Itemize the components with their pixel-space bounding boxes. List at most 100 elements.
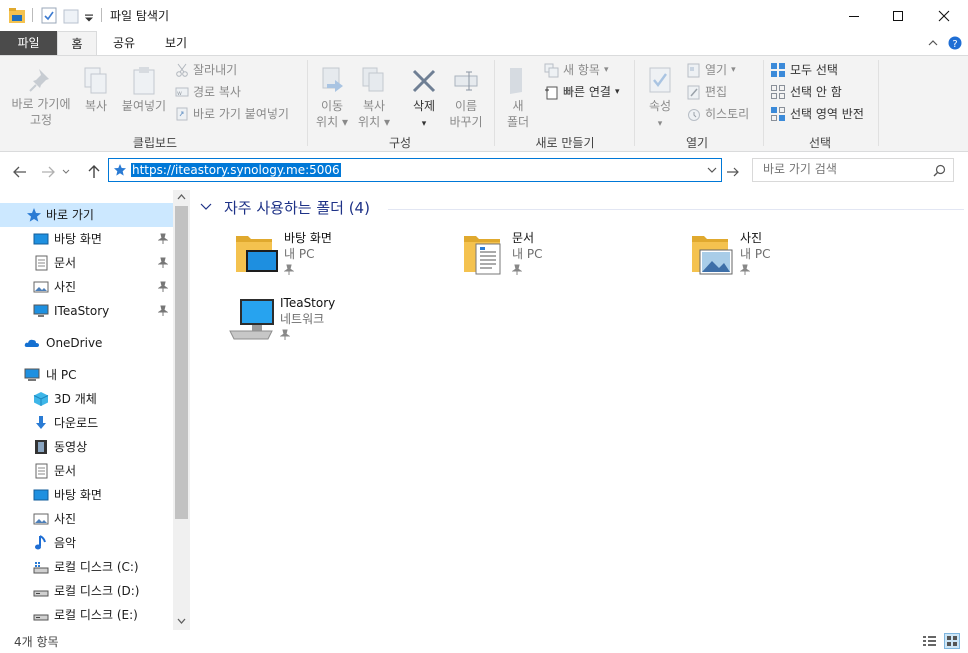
desktop-icon	[33, 489, 49, 501]
easy-access-button[interactable]: 빠른 연결 ▾	[544, 83, 620, 101]
new-item-button[interactable]: 새 항목 ▾	[544, 61, 608, 79]
select-all-label: 모두 선택	[790, 63, 838, 77]
content-pane: 자주 사용하는 폴더 (4) 바탕 화면 내 PC 문서 내 PC 사진 내 P…	[190, 190, 968, 630]
tab-file[interactable]: 파일	[0, 31, 57, 55]
select-none-icon	[771, 85, 785, 99]
nav-item-drive-c[interactable]: 로컬 디스크 (C:)	[0, 555, 172, 579]
quick-access-dropdown-icon[interactable]	[84, 10, 94, 27]
tab-home[interactable]: 홈	[57, 31, 97, 55]
paste-button[interactable]: 붙여넣기	[118, 66, 170, 114]
edit-button[interactable]: 편집	[686, 83, 727, 101]
folder-tile-documents[interactable]: 문서 내 PC	[460, 230, 680, 286]
properties-quick-icon[interactable]	[41, 7, 57, 24]
chevron-up-icon[interactable]	[928, 39, 938, 47]
rename-icon	[454, 71, 478, 91]
nav-item-videos[interactable]: 동영상	[0, 435, 172, 459]
new-folder-label-1: 새	[512, 99, 524, 113]
pin-icon[interactable]	[158, 233, 168, 245]
scrollbar-thumb[interactable]	[175, 206, 188, 519]
edit-icon	[687, 85, 700, 99]
rename-button[interactable]: 이름 바꾸기	[444, 66, 488, 130]
new-folder-label-2: 폴더	[506, 115, 530, 129]
select-all-button[interactable]: 모두 선택	[770, 61, 838, 79]
new-folder-button[interactable]: 새 폴더	[500, 66, 536, 130]
go-button[interactable]	[723, 163, 743, 181]
nav-item-documents-pc[interactable]: 문서	[0, 459, 172, 483]
frequent-folders-header[interactable]: 자주 사용하는 폴더 (4)	[200, 198, 966, 220]
nav-item-label: 사진	[54, 280, 77, 294]
copy-label: 복사	[84, 99, 108, 113]
nav-this-pc[interactable]: 내 PC	[0, 363, 172, 387]
maximize-button[interactable]	[875, 0, 921, 31]
search-box[interactable]	[752, 158, 954, 182]
nav-onedrive[interactable]: OneDrive	[0, 331, 172, 355]
nav-item-documents[interactable]: 문서	[0, 251, 172, 275]
nav-item-desktop-pc[interactable]: 바탕 화면	[0, 483, 172, 507]
select-group-label: 선택	[808, 136, 832, 150]
large-icons-view-icon[interactable]	[944, 633, 960, 649]
arrow-right-icon	[727, 167, 739, 177]
copy-path-button[interactable]: w 경로 복사	[175, 83, 241, 101]
nav-item-music[interactable]: 음악	[0, 531, 172, 555]
search-icon[interactable]	[933, 164, 946, 177]
pc-icon	[24, 368, 40, 381]
copy-button[interactable]: 복사	[78, 66, 114, 114]
help-icon[interactable]: ?	[948, 36, 962, 50]
svg-text:w: w	[177, 90, 182, 97]
nav-item-label: 로컬 디스크 (C:)	[54, 560, 139, 574]
search-input[interactable]	[763, 162, 923, 176]
pin-icon	[284, 264, 294, 275]
scroll-down-icon[interactable]	[177, 618, 186, 624]
nav-item-desktop[interactable]: 바탕 화면	[0, 227, 172, 251]
open-button[interactable]: 열기 ▾	[686, 61, 736, 79]
nav-item-drive-e[interactable]: 로컬 디스크 (E:)	[0, 603, 172, 627]
details-view-icon[interactable]	[922, 634, 937, 648]
drive-icon	[33, 590, 49, 597]
tab-view[interactable]: 보기	[154, 31, 198, 55]
move-to-button[interactable]: 이동 위치 ▾	[312, 66, 352, 130]
minimize-button[interactable]	[831, 0, 877, 31]
select-none-button[interactable]: 선택 안 함	[770, 83, 842, 101]
recent-locations-button[interactable]	[60, 163, 72, 181]
close-button[interactable]	[921, 0, 967, 31]
delete-button[interactable]: 삭제 ▾	[406, 66, 442, 132]
pin-icon[interactable]	[158, 257, 168, 269]
properties-button[interactable]: 속성 ▾	[640, 66, 680, 132]
address-bar[interactable]: https://iteastory.synology.me:5006	[108, 158, 722, 182]
nav-item-label: 음악	[54, 536, 77, 550]
up-button[interactable]	[84, 163, 104, 181]
nav-scrollbar[interactable]	[173, 190, 190, 630]
properties-icon	[649, 67, 671, 93]
back-button[interactable]	[10, 163, 30, 181]
folder-tile-desktop[interactable]: 바탕 화면 내 PC	[232, 230, 452, 286]
folder-tile-iteastory[interactable]: ITeaStory 네트워크	[228, 295, 448, 351]
minimize-icon	[849, 15, 859, 17]
nav-quick-access[interactable]: 바로 가기	[0, 203, 173, 227]
paste-shortcut-button[interactable]: 바로 가기 붙여넣기	[175, 105, 289, 123]
nav-item-iteastory[interactable]: ITeaStory	[0, 299, 172, 323]
nav-item-pictures-pc[interactable]: 사진	[0, 507, 172, 531]
cut-button[interactable]: 잘라내기	[175, 61, 237, 79]
new-folder-quick-icon[interactable]	[63, 7, 79, 24]
history-button[interactable]: 히스토리	[686, 105, 749, 123]
nav-item-3d-objects[interactable]: 3D 개체	[0, 387, 172, 411]
nav-item-downloads[interactable]: 다운로드	[0, 411, 172, 435]
invert-selection-button[interactable]: 선택 영역 반전	[770, 105, 864, 123]
ribbon-separator	[878, 60, 879, 146]
scroll-up-icon[interactable]	[177, 194, 186, 200]
pin-to-quick-access-button[interactable]: 바로 가기에 고정	[4, 66, 78, 128]
star-icon	[27, 208, 41, 222]
paste-icon	[133, 67, 155, 95]
folder-tile-pictures[interactable]: 사진 내 PC	[688, 230, 908, 286]
chevron-down-icon[interactable]	[707, 167, 717, 174]
invert-selection-icon	[771, 107, 785, 121]
nav-item-drive-d[interactable]: 로컬 디스크 (D:)	[0, 579, 172, 603]
tab-share[interactable]: 공유	[102, 31, 146, 55]
pin-icon[interactable]	[158, 305, 168, 317]
pin-icon[interactable]	[158, 281, 168, 293]
nav-item-pictures[interactable]: 사진	[0, 275, 172, 299]
address-text[interactable]: https://iteastory.synology.me:5006	[131, 163, 341, 177]
documents-icon	[35, 255, 48, 271]
forward-button[interactable]	[38, 163, 58, 181]
copy-to-button[interactable]: 복사 위치 ▾	[353, 66, 395, 130]
